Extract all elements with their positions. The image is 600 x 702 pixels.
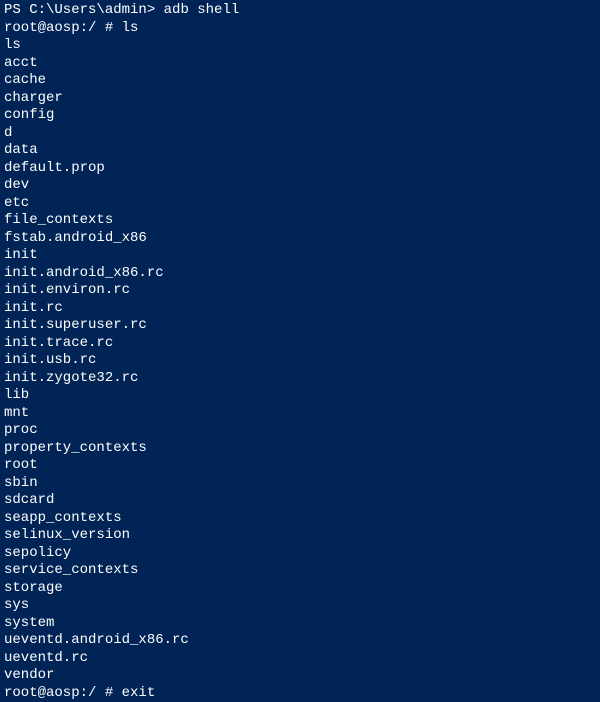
terminal-line: ueventd.android_x86.rc — [4, 632, 596, 650]
terminal-line: vendor — [4, 667, 596, 685]
terminal-line: init.android_x86.rc — [4, 265, 596, 283]
shell-prompt: root@aosp:/ # — [4, 685, 122, 701]
terminal-line: selinux_version — [4, 527, 596, 545]
terminal-line: init — [4, 247, 596, 265]
shell-command: exit — [122, 685, 156, 701]
terminal-line: charger — [4, 90, 596, 108]
terminal-line: init.trace.rc — [4, 335, 596, 353]
terminal-line: seapp_contexts — [4, 510, 596, 528]
terminal-line: sbin — [4, 475, 596, 493]
terminal-line: sys — [4, 597, 596, 615]
terminal-line: default.prop — [4, 160, 596, 178]
terminal-line: init.zygote32.rc — [4, 370, 596, 388]
terminal-line: file_contexts — [4, 212, 596, 230]
terminal-line: storage — [4, 580, 596, 598]
terminal-line: init.usb.rc — [4, 352, 596, 370]
terminal-line: root — [4, 457, 596, 475]
terminal-line: init.superuser.rc — [4, 317, 596, 335]
terminal-line: data — [4, 142, 596, 160]
terminal-line: etc — [4, 195, 596, 213]
terminal-line: cache — [4, 72, 596, 90]
terminal-line: dev — [4, 177, 596, 195]
terminal-line: ls — [4, 37, 596, 55]
shell-command: adb shell — [164, 2, 240, 18]
terminal-line: sepolicy — [4, 545, 596, 563]
terminal-line: init.rc — [4, 300, 596, 318]
terminal-line: lib — [4, 387, 596, 405]
terminal-line: d — [4, 125, 596, 143]
terminal-output[interactable]: PS C:\Users\admin> adb shellroot@aosp:/ … — [4, 2, 596, 702]
terminal-line: proc — [4, 422, 596, 440]
terminal-line: root@aosp:/ # ls — [4, 20, 596, 38]
shell-command: ls — [122, 20, 139, 36]
terminal-line: property_contexts — [4, 440, 596, 458]
terminal-line: root@aosp:/ # exit — [4, 685, 596, 702]
terminal-line: acct — [4, 55, 596, 73]
terminal-line: fstab.android_x86 — [4, 230, 596, 248]
terminal-line: ueventd.rc — [4, 650, 596, 668]
shell-prompt: root@aosp:/ # — [4, 20, 122, 36]
terminal-line: init.environ.rc — [4, 282, 596, 300]
terminal-line: sdcard — [4, 492, 596, 510]
shell-prompt: PS C:\Users\admin> — [4, 2, 164, 18]
terminal-line: config — [4, 107, 596, 125]
terminal-line: system — [4, 615, 596, 633]
terminal-line: mnt — [4, 405, 596, 423]
terminal-line: PS C:\Users\admin> adb shell — [4, 2, 596, 20]
terminal-line: service_contexts — [4, 562, 596, 580]
